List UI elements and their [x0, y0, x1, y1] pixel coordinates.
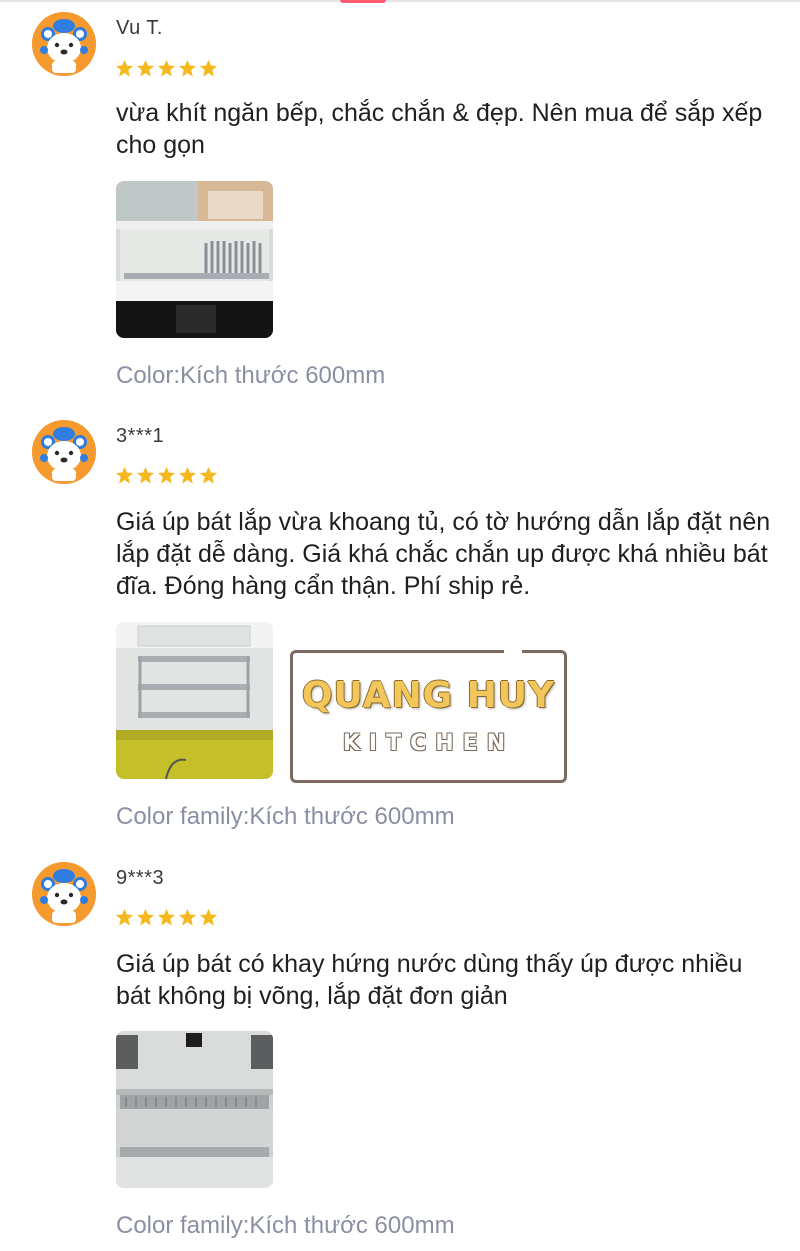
star-icon: [136, 59, 155, 77]
star-icon: [199, 908, 218, 926]
review-photo[interactable]: [116, 1031, 273, 1188]
rating-stars: [115, 908, 218, 927]
star-icon: [178, 59, 197, 77]
review-text: Giá úp bát có khay hứng nước dùng thấy ú…: [116, 950, 743, 1010]
star-icon: [157, 908, 176, 926]
review-photo[interactable]: [116, 181, 273, 338]
brand-subtitle: KITCHEN: [342, 731, 515, 756]
review-text: Giá úp bát lắp vừa khoang tủ, có tờ hướn…: [116, 508, 771, 600]
star-icon: [115, 466, 134, 484]
star-icon: [178, 908, 197, 926]
variant-label: Color family:Kích thước 600mm: [116, 803, 455, 830]
variant-label: Color family:Kích thước 600mm: [116, 1212, 455, 1239]
reviewer-name: 3***1: [116, 425, 165, 447]
user-avatar-icon[interactable]: [32, 12, 96, 76]
reviewer-name: Vu T.: [116, 17, 163, 39]
star-icon: [178, 466, 197, 484]
rating-stars: [115, 59, 218, 78]
star-icon: [157, 466, 176, 484]
star-icon: [136, 908, 155, 926]
variant-label: Color:Kích thước 600mm: [116, 362, 386, 389]
brand-border-gap: [504, 649, 522, 655]
star-icon: [199, 59, 218, 77]
review-photo[interactable]: [116, 622, 273, 779]
rating-stars: [115, 466, 218, 485]
star-icon: [136, 466, 155, 484]
star-icon: [115, 59, 134, 77]
top-indicator: [340, 0, 386, 3]
star-icon: [199, 466, 218, 484]
user-avatar-icon[interactable]: [32, 420, 96, 484]
brand-name: QUANG HUY: [301, 675, 556, 716]
brand-watermark: QUANG HUY KITCHEN: [290, 649, 567, 783]
top-divider: [0, 0, 800, 2]
star-icon: [115, 908, 134, 926]
reviewer-name: 9***3: [116, 867, 165, 889]
star-icon: [157, 59, 176, 77]
review-text: vừa khít ngăn bếp, chắc chắn & đẹp. Nên …: [116, 99, 763, 159]
user-avatar-icon[interactable]: [32, 862, 96, 926]
